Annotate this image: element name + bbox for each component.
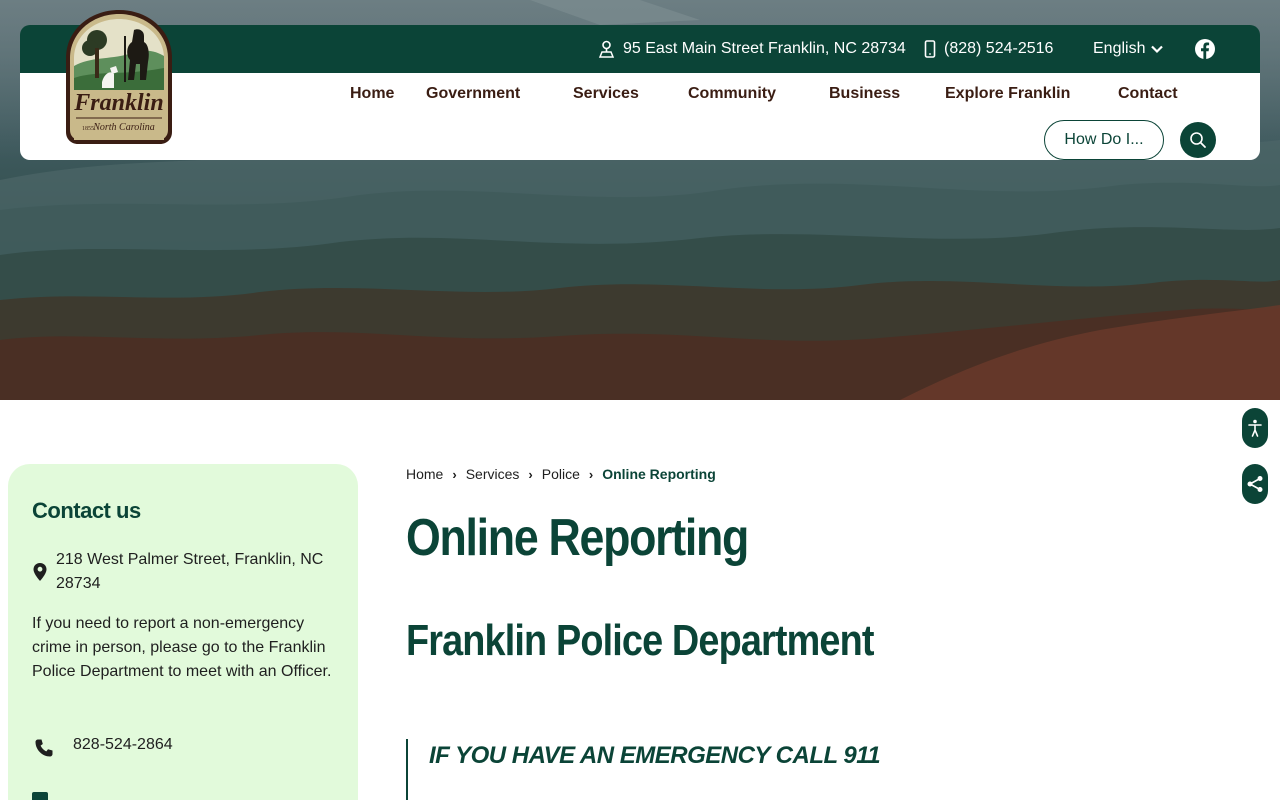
breadcrumb: Home › Services › Police › Online Report…: [406, 464, 716, 484]
language-label: English: [1093, 40, 1146, 57]
breadcrumb-separator-icon: ›: [588, 466, 594, 482]
logo-text-sub: North Carolina: [92, 122, 155, 133]
header-address-text: 95 East Main Street Franklin, NC 28734: [623, 40, 906, 57]
contact-sidebar: Contact us 218 West Palmer Street, Frank…: [8, 464, 358, 800]
page-title: Online Reporting: [406, 509, 749, 567]
logo-text-main: Franklin: [73, 90, 163, 116]
how-do-i-button[interactable]: How Do I...: [1044, 120, 1164, 160]
header-address[interactable]: 95 East Main Street Franklin, NC 28734: [598, 25, 906, 73]
nav-home[interactable]: Home: [350, 85, 394, 109]
nav-explore-franklin[interactable]: Explore Franklin: [945, 85, 1070, 109]
breadcrumb-separator-icon: ›: [452, 466, 457, 482]
franklin-logo[interactable]: Franklin 1855 North Carolina: [62, 8, 176, 146]
header-phone-text: (828) 524-2516: [944, 40, 1054, 57]
accessibility-icon: [1248, 419, 1262, 437]
share-icon: [1247, 476, 1263, 492]
nav-community[interactable]: Community: [688, 85, 776, 109]
mobile-phone-icon: [924, 40, 936, 58]
search-icon: [1190, 132, 1206, 148]
facebook-link[interactable]: [1194, 25, 1216, 73]
nav-services[interactable]: Services: [573, 85, 639, 109]
search-button[interactable]: [1180, 122, 1216, 158]
location-pin-icon: [33, 563, 47, 581]
nav-business[interactable]: Business: [829, 85, 900, 109]
callout-border: [406, 739, 408, 800]
sidebar-address[interactable]: 218 West Palmer Street, Franklin, NC 287…: [56, 548, 336, 596]
breadcrumb-separator-icon: ›: [528, 466, 533, 482]
how-do-i-label: How Do I...: [1064, 131, 1144, 148]
sidebar-note: If you need to report a non-emergency cr…: [32, 615, 332, 680]
breadcrumb-current: Online Reporting: [602, 466, 716, 482]
franklin-seal-logo: Franklin 1855 North Carolina: [66, 10, 172, 144]
language-selector[interactable]: English: [1093, 25, 1164, 73]
breadcrumb-services[interactable]: Services: [466, 466, 520, 482]
breadcrumb-police[interactable]: Police: [542, 466, 580, 482]
sidebar-phone[interactable]: 828-524-2864: [73, 736, 173, 754]
accessibility-button[interactable]: [1242, 408, 1268, 448]
chevron-down-icon: [1151, 45, 1164, 54]
nav-government[interactable]: Government: [426, 85, 520, 109]
section-title: Franklin Police Department: [406, 616, 874, 665]
nav-contact[interactable]: Contact: [1118, 85, 1178, 109]
phone-icon: [35, 739, 53, 757]
logo-year: 1855: [82, 126, 94, 132]
facebook-icon: [1195, 39, 1215, 59]
sidebar-title: Contact us: [32, 498, 141, 523]
share-button[interactable]: [1242, 464, 1268, 504]
map-pin-icon: [598, 40, 615, 58]
facebook-icon[interactable]: [32, 792, 48, 800]
emergency-callout: IF YOU HAVE AN EMERGENCY CALL 911: [429, 742, 881, 769]
breadcrumb-home[interactable]: Home: [406, 466, 443, 482]
header-phone[interactable]: (828) 524-2516: [924, 25, 1053, 73]
